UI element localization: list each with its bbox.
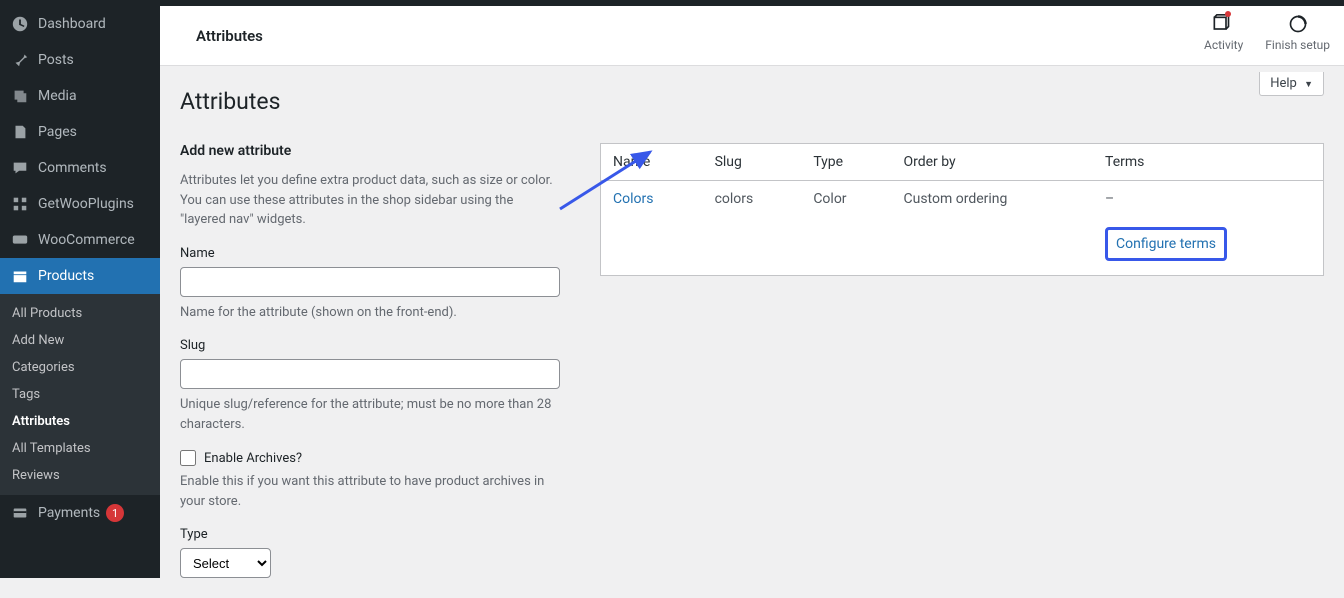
sidebar-item-dashboard[interactable]: Dashboard [0,6,160,42]
col-slug: Slug [703,144,802,181]
sidebar-label: Pages [38,124,77,140]
chevron-down-icon: ▼ [1304,80,1313,90]
products-icon [10,266,30,286]
attribute-order-by: Custom ordering [891,181,1093,217]
sidebar-label: GetWooPlugins [38,196,134,212]
col-type: Type [801,144,891,181]
submenu-attributes[interactable]: Attributes [0,408,160,435]
plugins-icon [10,194,30,214]
configure-terms-link[interactable]: Configure terms [1105,227,1227,261]
sidebar-item-media[interactable]: Media [0,78,160,114]
activity-icon [1204,12,1243,36]
help-tab[interactable]: Help ▼ [1259,72,1324,96]
sidebar-item-payments[interactable]: Payments 1 [0,495,160,531]
header-bar: Attributes Activity Finish setup [160,6,1344,66]
sidebar-label: Media [38,88,77,104]
sidebar-label: Payments [38,505,100,521]
sidebar-label: Products [38,268,94,284]
name-desc: Name for the attribute (shown on the fro… [180,303,560,323]
payments-icon [10,503,30,523]
submenu-reviews[interactable]: Reviews [0,462,160,489]
header-actions: Activity Finish setup [1204,12,1330,52]
slug-desc: Unique slug/reference for the attribute;… [180,395,560,434]
content-area: Help ▼ Attributes Add new attribute Attr… [160,66,1344,598]
pages-icon [10,122,30,142]
setup-label: Finish setup [1265,38,1330,52]
main-wrap: Attributes Activity Finish setup Help ▼ … [160,6,1344,578]
activity-button[interactable]: Activity [1204,12,1243,52]
admin-sidebar: Dashboard Posts Media Pages Comments Get… [0,6,160,578]
sidebar-item-posts[interactable]: Posts [0,42,160,78]
name-label: Name [180,246,560,261]
sidebar-item-comments[interactable]: Comments [0,150,160,186]
slug-label: Slug [180,338,560,353]
sidebar-item-products[interactable]: Products [0,258,160,294]
header-title: Attributes [196,27,263,45]
finish-setup-button[interactable]: Finish setup [1265,12,1330,52]
add-attribute-form: Add new attribute Attributes let you def… [180,143,560,578]
type-select[interactable]: Select [180,548,271,578]
sidebar-label: WooCommerce [38,232,135,248]
notification-dot [1225,11,1231,17]
col-terms: Terms [1093,144,1323,181]
name-input[interactable] [180,267,560,297]
attribute-name-link[interactable]: Colors [613,191,653,207]
archives-label: Enable Archives? [204,451,302,466]
pin-icon [10,50,30,70]
media-icon [10,86,30,106]
col-order-by: Order by [891,144,1093,181]
woocommerce-icon [10,230,30,250]
submenu-all-products[interactable]: All Products [0,300,160,327]
submenu-add-new[interactable]: Add New [0,327,160,354]
help-label: Help [1270,76,1297,91]
sidebar-label: Comments [38,160,107,176]
submenu-all-templates[interactable]: All Templates [0,435,160,462]
sidebar-item-woocommerce[interactable]: WooCommerce [0,222,160,258]
attribute-type: Color [801,181,891,217]
archives-row: Enable Archives? [180,450,560,466]
archives-desc: Enable this if you want this attribute t… [180,472,560,511]
slug-input[interactable] [180,359,560,389]
page-title: Attributes [180,66,1324,115]
col-name: Name [601,144,703,181]
attribute-terms: – [1093,181,1323,217]
activity-label: Activity [1204,38,1243,52]
attribute-slug: colors [703,181,802,217]
sidebar-label: Dashboard [38,16,106,32]
setup-progress-icon [1265,12,1330,36]
columns: Add new attribute Attributes let you def… [180,143,1324,578]
submenu-categories[interactable]: Categories [0,354,160,381]
sidebar-item-getwooplugins[interactable]: GetWooPlugins [0,186,160,222]
table-header-row: Name Slug Type Order by Terms [601,144,1323,181]
products-submenu: All Products Add New Categories Tags Att… [0,294,160,495]
payments-badge: 1 [106,504,124,522]
attributes-table-wrap: Name Slug Type Order by Terms Colors col… [600,143,1324,578]
enable-archives-checkbox[interactable] [180,450,196,466]
form-intro: Attributes let you define extra product … [180,171,560,230]
form-heading: Add new attribute [180,143,560,159]
comments-icon [10,158,30,178]
table-row-actions: Configure terms [601,217,1323,275]
type-label: Type [180,527,560,542]
sidebar-label: Posts [38,52,74,68]
sidebar-item-pages[interactable]: Pages [0,114,160,150]
dashboard-icon [10,14,30,34]
submenu-tags[interactable]: Tags [0,381,160,408]
table-row: Colors colors Color Custom ordering – [601,181,1323,217]
attributes-table: Name Slug Type Order by Terms Colors col… [600,143,1324,276]
